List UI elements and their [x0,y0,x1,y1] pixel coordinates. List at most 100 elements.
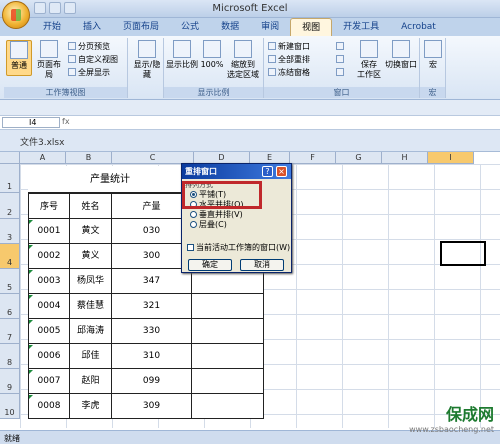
name-box[interactable]: I4 [2,117,60,128]
save-icon[interactable] [34,2,46,14]
column-header-cell[interactable]: 产量 [112,193,192,219]
page-break-button[interactable]: 分页预览 [68,41,110,52]
macros-label: 宏 [429,60,437,69]
show-hide-button[interactable]: 显示/隐藏 [132,40,162,80]
tab-8[interactable]: Acrobat [390,18,447,36]
help-button[interactable]: ? [262,166,273,177]
table-cell[interactable]: 0004 [28,294,70,319]
cell-marker-icon [29,245,33,249]
row-header-7[interactable]: 7 [0,319,20,344]
table-cell[interactable]: 347 [112,269,192,294]
group-label-workbook-views: 工作簿视图 [4,87,127,98]
group-window: 新建窗口 全部重排 冻结窗格 保存 工作区 切换窗口 窗口 [264,38,420,98]
custom-views-icon [68,55,76,63]
zoom-to-selection-button[interactable]: 缩放到 选定区域 [226,40,260,80]
split-icon[interactable] [336,41,346,52]
macros-button[interactable]: 宏 [422,40,444,70]
empty-cell[interactable] [192,344,264,369]
table-cell[interactable]: 099 [112,369,192,394]
office-logo-icon [11,9,21,21]
highlight-box [182,181,262,209]
table-cell[interactable]: 0001 [28,219,70,244]
tab-1[interactable]: 插入 [72,18,112,36]
switch-windows-label: 切换窗口 [385,60,417,69]
empty-cell[interactable] [192,369,264,394]
table-cell[interactable]: 0006 [28,344,70,369]
row-header-9[interactable]: 9 [0,369,20,394]
table-cell[interactable]: 300 [112,244,192,269]
tab-5[interactable]: 审阅 [250,18,290,36]
table-cell[interactable]: 李虎 [70,394,112,419]
tab-0[interactable]: 开始 [32,18,72,36]
tab-7[interactable]: 开发工具 [332,18,390,36]
table-cell[interactable]: 邱海涛 [70,319,112,344]
active-workbook-checkbox[interactable]: 当前活动工作簿的窗口(W) [187,242,290,253]
row-header-1[interactable]: 1 [0,164,20,193]
column-header-F[interactable]: F [290,152,336,164]
page-layout-button[interactable]: 页面布局 [36,40,62,80]
column-header-H[interactable]: H [382,152,428,164]
table-cell[interactable]: 赵阳 [70,369,112,394]
zoom-100-button[interactable]: 100% [200,40,224,70]
column-header-cell[interactable]: 序号 [28,193,70,219]
row-header-10[interactable]: 10 [0,394,20,419]
empty-cell[interactable] [192,319,264,344]
table-cell[interactable]: 0008 [28,394,70,419]
table-cell[interactable]: 0007 [28,369,70,394]
redo-icon[interactable] [64,2,76,14]
fx-icon[interactable]: fx [62,117,70,126]
column-header-G[interactable]: G [336,152,382,164]
table-cell[interactable]: 030 [112,219,192,244]
office-button[interactable] [2,1,30,29]
row-header-5[interactable]: 5 [0,269,20,294]
table-cell[interactable]: 杨凤华 [70,269,112,294]
empty-cell[interactable] [192,294,264,319]
hide-icon[interactable] [336,54,346,65]
table-cell[interactable]: 黄义 [70,244,112,269]
select-all-corner[interactable] [0,152,20,164]
active-cell[interactable] [440,241,486,266]
sheet-title-cell[interactable]: 产量统计 [28,166,193,193]
close-button[interactable]: × [276,166,287,177]
arrange-option-2[interactable]: 垂直并排(V) [190,210,243,220]
unhide-icon[interactable] [336,67,346,78]
arrange-all-button[interactable]: 全部重排 [268,54,310,65]
tab-3[interactable]: 公式 [170,18,210,36]
table-cell[interactable]: 321 [112,294,192,319]
dialog-title: 重排窗口 [182,164,291,179]
zoom-button[interactable]: 显示比例 [166,40,198,70]
row-header-4[interactable]: 4 [0,244,20,269]
column-header-cell[interactable]: 姓名 [70,193,112,219]
row-header-6[interactable]: 6 [0,294,20,319]
table-cell[interactable]: 黄文 [70,219,112,244]
table-cell[interactable]: 309 [112,394,192,419]
arrange-option-3[interactable]: 层叠(C) [190,220,227,230]
tab-6[interactable]: 视图 [290,18,333,36]
freeze-panes-button[interactable]: 冻结窗格 [268,67,310,78]
row-header-2[interactable]: 2 [0,193,20,219]
table-cell[interactable]: 310 [112,344,192,369]
cancel-button[interactable]: 取消 [240,259,284,271]
column-header-I[interactable]: I [428,152,474,164]
column-header-B[interactable]: B [66,152,112,164]
tab-2[interactable]: 页面布局 [112,18,170,36]
ok-button[interactable]: 确定 [188,259,232,271]
table-cell[interactable]: 蔡佳慧 [70,294,112,319]
table-cell[interactable]: 0003 [28,269,70,294]
table-cell[interactable]: 0002 [28,244,70,269]
empty-cell[interactable] [192,394,264,419]
switch-windows-button[interactable]: 切换窗口 [384,40,418,70]
table-cell[interactable]: 330 [112,319,192,344]
row-header-8[interactable]: 8 [0,344,20,369]
new-window-button[interactable]: 新建窗口 [268,41,310,52]
tab-4[interactable]: 数据 [210,18,250,36]
normal-view-button[interactable]: 普通 [6,40,32,76]
table-cell[interactable]: 邱佳 [70,344,112,369]
row-header-3[interactable]: 3 [0,219,20,244]
undo-icon[interactable] [49,2,61,14]
column-header-A[interactable]: A [20,152,66,164]
custom-views-button[interactable]: 自定义视图 [68,54,118,65]
table-cell[interactable]: 0005 [28,319,70,344]
save-workspace-button[interactable]: 保存 工作区 [356,40,382,80]
full-screen-button[interactable]: 全屏显示 [68,67,110,78]
